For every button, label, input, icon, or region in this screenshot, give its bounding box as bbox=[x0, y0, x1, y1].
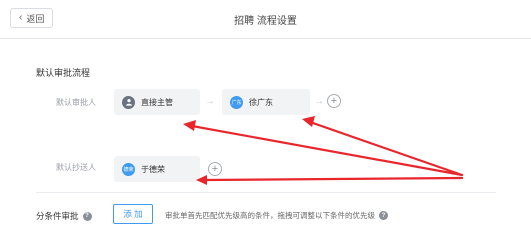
arrowhead bbox=[302, 116, 315, 127]
approver-node-name: 徐广东 bbox=[249, 97, 273, 107]
add-approver-plus-icon[interactable]: + bbox=[327, 94, 341, 108]
condition-approval-label: 分条件审批 ? bbox=[36, 210, 92, 222]
divider bbox=[36, 192, 496, 193]
annotation-arrow-to-direct-manager bbox=[190, 124, 464, 177]
page-title: 招聘 流程设置 bbox=[234, 16, 297, 27]
arrow-right-icon: → bbox=[205, 96, 215, 107]
cc-node-name: 于德荣 bbox=[141, 164, 165, 174]
info-icon[interactable]: ? bbox=[379, 211, 388, 220]
info-icon[interactable]: ? bbox=[82, 211, 92, 221]
annotation-arrow-to-xu bbox=[308, 120, 464, 177]
condition-label-text: 分条件审批 bbox=[36, 211, 79, 221]
cc-row-label: 默认抄送人 bbox=[56, 163, 96, 172]
top-bar: ‹ 返回 招聘 流程设置 bbox=[0, 0, 531, 39]
arrowhead bbox=[183, 120, 196, 131]
condition-description-text: 审批单首先匹配优先级高的条件，拖拽可调整以下条件的优先级 bbox=[165, 211, 375, 220]
arrow-right-icon: → bbox=[314, 96, 324, 107]
person-icon bbox=[122, 95, 135, 109]
add-condition-button[interactable]: 添 加 bbox=[113, 204, 153, 224]
add-cc-plus-icon[interactable]: + bbox=[208, 162, 222, 176]
user-avatar: 广东 bbox=[230, 95, 243, 109]
section-title: 默认审批流程 bbox=[36, 68, 91, 78]
approver-row-label: 默认审批人 bbox=[56, 98, 96, 107]
cc-node-yu[interactable]: 德荣 于德荣 bbox=[114, 156, 200, 182]
page: ‹ 返回 招聘 流程设置 默认审批流程 默认审批人 直接主管 → 广东 徐广东 … bbox=[0, 0, 531, 241]
user-avatar: 德荣 bbox=[122, 162, 135, 176]
approver-node-xu[interactable]: 广东 徐广东 bbox=[222, 89, 310, 115]
annotation-arrow-to-yu bbox=[204, 176, 464, 182]
condition-description: 审批单首先匹配优先级高的条件，拖拽可调整以下条件的优先级 ? bbox=[165, 210, 388, 221]
approver-node-direct-manager[interactable]: 直接主管 bbox=[114, 89, 200, 115]
approver-node-name: 直接主管 bbox=[141, 97, 173, 107]
